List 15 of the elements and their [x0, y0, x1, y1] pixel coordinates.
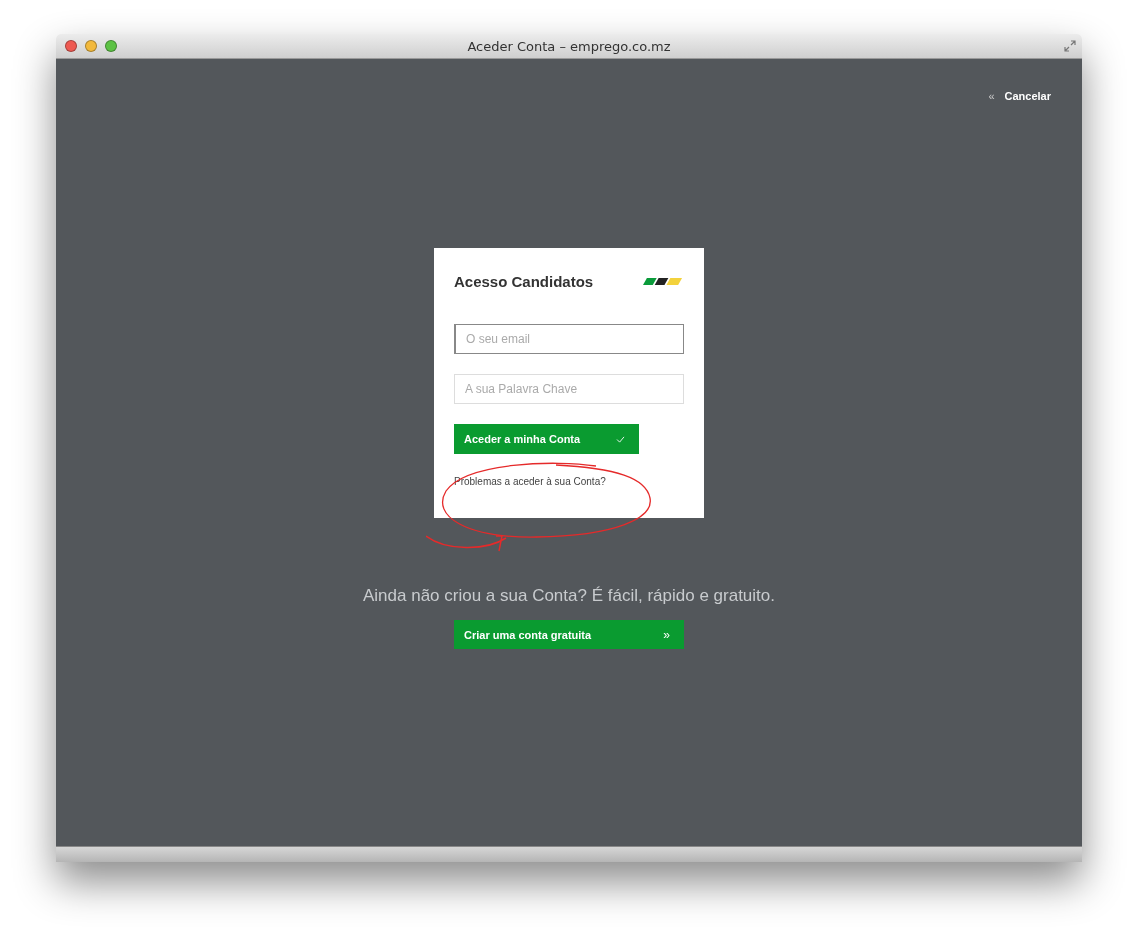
fullscreen-icon[interactable] — [1064, 40, 1076, 52]
help-link[interactable]: Problemas a aceder à sua Conta? — [454, 476, 606, 487]
card-title: Acesso Candidatos — [454, 273, 594, 290]
cancel-link[interactable]: « Cancelar — [988, 90, 1051, 102]
window-title: Aceder Conta – emprego.co.mz — [467, 38, 671, 54]
signup-tagline: Ainda não criou a sua Conta? É fácil, rápido e gratuito. — [362, 586, 775, 606]
close-button[interactable] — [65, 40, 77, 52]
login-button[interactable]: Aceder a minha Conta — [454, 424, 639, 454]
stripes-logo — [643, 278, 684, 285]
minimize-button[interactable] — [85, 40, 97, 52]
zoom-button[interactable] — [105, 40, 117, 52]
password-field[interactable]: A sua Palavra Chave — [454, 374, 684, 404]
create-account-button[interactable]: Criar uma conta gratuita » — [454, 620, 684, 649]
check-icon — [616, 435, 625, 443]
email-field[interactable]: O seu email — [454, 324, 684, 354]
